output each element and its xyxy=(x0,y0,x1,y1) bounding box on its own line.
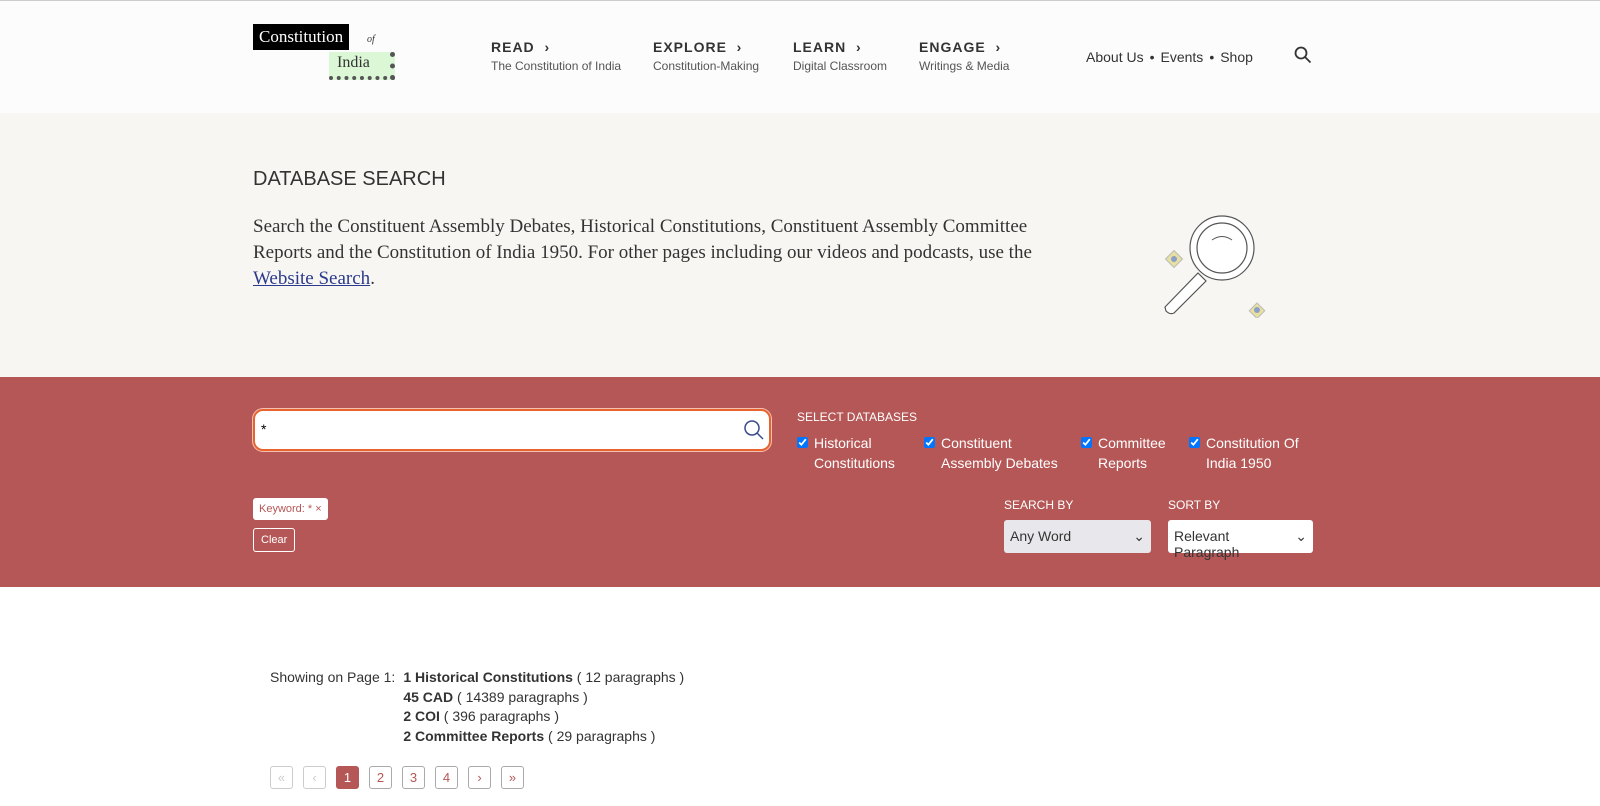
checkbox-committee-reports[interactable]: Committee Reports xyxy=(1081,433,1176,473)
logo-text: India xyxy=(329,52,395,80)
checkbox-label: Committee Reports xyxy=(1098,435,1166,471)
checkbox-coi[interactable]: Constitution Of India 1950 xyxy=(1189,433,1314,473)
nav-sub: The Constitution of India xyxy=(491,59,622,73)
search-panel: SELECT DATABASES Historical Constitution… xyxy=(0,377,1600,587)
nav-engage[interactable]: ENGAGE › Writings & Media xyxy=(919,39,1009,73)
website-search-link[interactable]: Website Search xyxy=(253,268,370,289)
results-summary: Showing on Page 1: 1 Historical Constitu… xyxy=(270,668,684,747)
nav-title: READ xyxy=(491,39,535,55)
checkbox-label: Historical Constitutions xyxy=(814,435,895,471)
hero-description: Search the Constituent Assembly Debates,… xyxy=(253,216,1032,289)
checkbox-cad[interactable]: Constituent Assembly Debates xyxy=(924,433,1064,473)
nav-title: EXPLORE xyxy=(653,39,727,55)
site-header: Constitution of India READ › The Constitu… xyxy=(0,1,1600,113)
result-count: 2 Committee Reports ( 29 paragraphs ) xyxy=(403,728,656,745)
checkbox-label: Constituent Assembly Debates xyxy=(941,435,1058,471)
checkbox[interactable] xyxy=(924,437,935,448)
about-link[interactable]: About Us xyxy=(1086,49,1144,65)
nav-learn[interactable]: LEARN › Digital Classroom xyxy=(793,39,887,73)
select-databases-label: SELECT DATABASES xyxy=(797,410,918,424)
sort-by-label: SORT BY xyxy=(1168,498,1221,512)
nav-read[interactable]: READ › The Constitution of India xyxy=(491,39,621,73)
next-page-button[interactable]: › xyxy=(468,766,491,789)
keyword-filter-chip[interactable]: Keyword: * × xyxy=(253,498,328,520)
checkbox-label: Constitution Of India 1950 xyxy=(1206,435,1299,471)
select-value: Any Word xyxy=(1010,528,1072,544)
search-input[interactable] xyxy=(261,411,731,447)
checkbox[interactable] xyxy=(1081,437,1092,448)
checkbox[interactable] xyxy=(1189,437,1200,448)
pagination: « ‹ 1 2 3 4 › » xyxy=(270,766,524,789)
shop-link[interactable]: Shop xyxy=(1220,49,1253,65)
search-icon[interactable] xyxy=(743,419,765,441)
checkbox[interactable] xyxy=(797,437,808,448)
nav-sub: Constitution-Making xyxy=(653,59,760,73)
sort-by-select[interactable]: Relevant Paragraph ⌄ xyxy=(1168,520,1313,560)
results-label: Showing on Page 1: xyxy=(270,669,396,685)
chevron-down-icon: ⌄ xyxy=(1133,528,1145,544)
site-logo[interactable]: Constitution of India xyxy=(253,24,403,84)
magnifier-illustration-icon xyxy=(1164,215,1266,318)
last-page-button[interactable]: » xyxy=(501,766,524,789)
prev-page-button[interactable]: ‹ xyxy=(303,766,326,789)
nav-sub: Digital Classroom xyxy=(793,59,888,73)
chevron-down-icon: ⌄ xyxy=(1295,528,1307,544)
select-value: Relevant Paragraph xyxy=(1174,528,1240,560)
clear-button[interactable]: Clear xyxy=(253,528,296,552)
nav-sub: Writings & Media xyxy=(919,59,1010,73)
search-icon[interactable] xyxy=(1294,46,1312,64)
result-count: 2 COI ( 396 paragraphs ) xyxy=(403,708,559,725)
page-1-button[interactable]: 1 xyxy=(336,766,359,789)
page-3-button[interactable]: 3 xyxy=(402,766,425,789)
search-by-select[interactable]: Any Word ⌄ xyxy=(1004,520,1151,553)
logo-text: of xyxy=(367,34,375,45)
result-count: 1 Historical Constitutions ( 12 paragrap… xyxy=(403,669,685,685)
page-2-button[interactable]: 2 xyxy=(369,766,392,789)
nav-explore[interactable]: EXPLORE › Constitution-Making xyxy=(653,39,759,73)
logo-text: Constitution xyxy=(253,24,350,50)
events-link[interactable]: Events xyxy=(1161,49,1204,65)
checkbox-historical-constitutions[interactable]: Historical Constitutions xyxy=(797,433,907,473)
nav-title: ENGAGE xyxy=(919,39,986,55)
first-page-button[interactable]: « xyxy=(270,766,293,789)
result-count: 45 CAD ( 14389 paragraphs ) xyxy=(403,688,588,705)
search-field xyxy=(253,409,771,451)
hero-section: DATABASE SEARCH Search the Constituent A… xyxy=(0,113,1600,377)
nav-title: LEARN xyxy=(793,39,847,55)
page-title: DATABASE SEARCH xyxy=(253,168,446,190)
page-4-button[interactable]: 4 xyxy=(435,766,458,789)
search-by-label: SEARCH BY xyxy=(1004,498,1074,512)
